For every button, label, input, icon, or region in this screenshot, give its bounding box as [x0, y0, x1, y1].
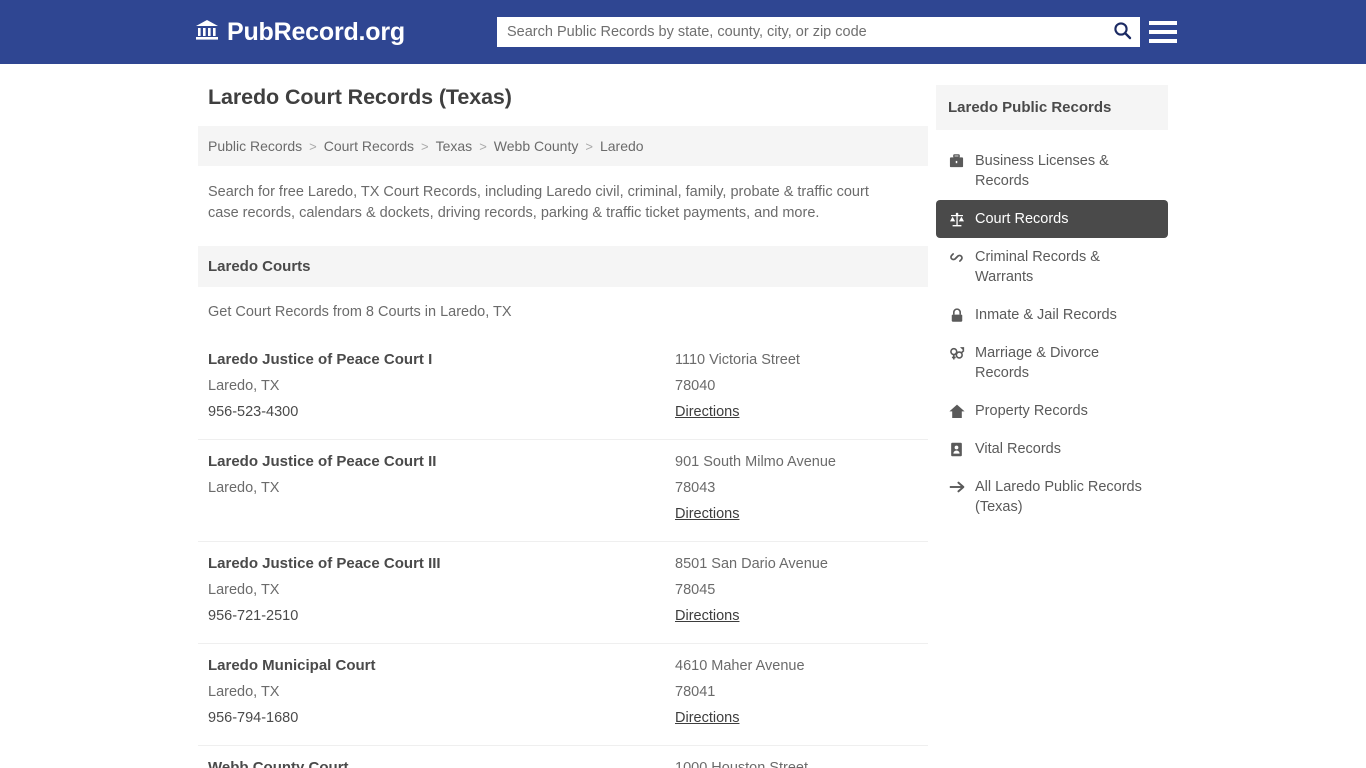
court-phone[interactable]: 956-794-1680	[208, 710, 298, 726]
court-street: 1110 Victoria Street	[675, 352, 800, 368]
directions-link[interactable]: Directions	[675, 501, 739, 527]
breadcrumb-item-court-records[interactable]: Court Records	[324, 138, 414, 154]
court-row: Laredo Justice of Peace Court III Laredo…	[198, 542, 928, 644]
sidebar-item-label: Business Licenses & Records	[975, 153, 1109, 189]
page-body: Laredo Court Records (Texas) Public Reco…	[0, 64, 1366, 768]
sidebar-item-property-records[interactable]: Property Records	[936, 392, 1168, 430]
breadcrumb-item-public-records[interactable]: Public Records	[208, 138, 302, 154]
court-info: Laredo Municipal Court Laredo, TX 956-79…	[208, 653, 675, 731]
bank-building-icon	[195, 19, 219, 46]
court-info: Webb County Court Laredo, TX 956-523-460…	[208, 755, 675, 768]
directions-link[interactable]: Directions	[675, 705, 739, 731]
page-intro-text: Search for free Laredo, TX Court Records…	[208, 184, 869, 221]
sidebar-item-label: Vital Records	[975, 441, 1061, 457]
court-phone[interactable]: 956-523-4300	[208, 404, 298, 420]
court-zip: 78043	[675, 480, 716, 496]
content-container: Laredo Court Records (Texas) Public Reco…	[198, 64, 1168, 768]
sidebar-item-business-licenses[interactable]: Business Licenses & Records	[936, 142, 1168, 200]
court-zip: 78040	[675, 378, 716, 394]
court-phone-empty	[208, 501, 675, 527]
site-header: PubRecord.org	[0, 0, 1366, 64]
id-card-icon	[948, 440, 965, 458]
sidebar-item-label: All Laredo Public Records (Texas)	[975, 479, 1142, 515]
court-address: 4610 Maher Avenue 78041 Directions	[675, 653, 918, 731]
breadcrumb-separator-icon: >	[421, 138, 429, 154]
arrow-right-icon	[948, 478, 965, 496]
sidebar-heading: Laredo Public Records	[936, 85, 1168, 130]
briefcase-icon	[948, 152, 965, 170]
sidebar-item-label: Criminal Records & Warrants	[975, 249, 1100, 285]
court-name: Laredo Municipal Court	[208, 657, 376, 674]
breadcrumb-separator-icon: >	[309, 138, 317, 154]
hamburger-menu-icon	[1149, 30, 1177, 34]
breadcrumb-item-laredo[interactable]: Laredo	[600, 138, 644, 154]
court-city-state: Laredo, TX	[208, 582, 280, 598]
court-name: Laredo Justice of Peace Court II	[208, 453, 437, 470]
sidebar-item-label: Property Records	[975, 403, 1088, 419]
site-logo[interactable]: PubRecord.org	[195, 18, 405, 47]
court-city-state: Laredo, TX	[208, 480, 280, 496]
search-bar	[497, 17, 1140, 47]
court-info: Laredo Justice of Peace Court II Laredo,…	[208, 449, 675, 527]
court-info: Laredo Justice of Peace Court I Laredo, …	[208, 347, 675, 425]
main-column: Laredo Court Records (Texas) Public Reco…	[198, 85, 928, 768]
page-title: Laredo Court Records (Texas)	[208, 85, 512, 109]
court-name: Laredo Justice of Peace Court I	[208, 351, 433, 368]
court-address: 901 South Milmo Avenue 78043 Directions	[675, 449, 918, 527]
court-row: Laredo Municipal Court Laredo, TX 956-79…	[198, 644, 928, 746]
directions-link[interactable]: Directions	[675, 603, 739, 629]
court-info: Laredo Justice of Peace Court III Laredo…	[208, 551, 675, 629]
court-zip: 78045	[675, 582, 716, 598]
court-street: 4610 Maher Avenue	[675, 658, 805, 674]
courts-section-subheading: Get Court Records from 8 Courts in Lared…	[208, 304, 512, 320]
court-address: 8501 San Dario Avenue 78045 Directions	[675, 551, 918, 629]
sidebar-item-vital-records[interactable]: Vital Records	[936, 430, 1168, 468]
court-city-state: Laredo, TX	[208, 684, 280, 700]
court-phone[interactable]: 956-721-2510	[208, 608, 298, 624]
search-icon	[1113, 21, 1132, 43]
court-city-state: Laredo, TX	[208, 378, 280, 394]
court-street: 901 South Milmo Avenue	[675, 454, 836, 470]
sidebar-item-marriage-divorce-records[interactable]: Marriage & Divorce Records	[936, 334, 1168, 392]
sidebar: Laredo Public Records Business Licenses …	[936, 85, 1168, 526]
search-button[interactable]	[1104, 18, 1140, 46]
search-input[interactable]	[497, 18, 1104, 46]
directions-link[interactable]: Directions	[675, 399, 739, 425]
court-row: Laredo Justice of Peace Court II Laredo,…	[198, 440, 928, 542]
home-icon	[948, 402, 965, 420]
breadcrumb-item-webb-county[interactable]: Webb County	[494, 138, 579, 154]
scales-of-justice-icon	[948, 210, 965, 228]
sidebar-item-court-records[interactable]: Court Records	[936, 200, 1168, 238]
courts-section-heading: Laredo Courts	[198, 246, 928, 287]
court-street: 1000 Houston Street	[675, 760, 809, 768]
court-name: Webb County Court	[208, 759, 349, 768]
sidebar-list: Business Licenses & Records Court Record…	[936, 130, 1168, 526]
breadcrumb-separator-icon: >	[585, 138, 593, 154]
breadcrumb-separator-icon: >	[479, 138, 487, 154]
sidebar-item-all-laredo-public-records[interactable]: All Laredo Public Records (Texas)	[936, 468, 1168, 526]
court-address: 1110 Victoria Street 78040 Directions	[675, 347, 918, 425]
lock-icon	[948, 306, 965, 324]
sidebar-item-label: Court Records	[975, 211, 1069, 227]
hamburger-menu-icon	[1149, 21, 1177, 25]
court-address: 1000 Houston Street 78040 Directions	[675, 755, 918, 768]
sidebar-item-label: Inmate & Jail Records	[975, 307, 1117, 323]
sidebar-item-label: Marriage & Divorce Records	[975, 345, 1100, 381]
hamburger-menu-button[interactable]	[1149, 19, 1177, 45]
handcuffs-icon	[948, 248, 965, 266]
breadcrumb: Public Records > Court Records > Texas >…	[198, 126, 928, 166]
court-zip: 78041	[675, 684, 716, 700]
site-logo-text: PubRecord.org	[227, 17, 405, 46]
sidebar-item-criminal-records[interactable]: Criminal Records & Warrants	[936, 238, 1168, 296]
breadcrumb-item-texas[interactable]: Texas	[436, 138, 473, 154]
venus-mars-icon	[948, 344, 965, 362]
courts-list: Laredo Justice of Peace Court I Laredo, …	[198, 338, 928, 768]
court-name: Laredo Justice of Peace Court III	[208, 555, 441, 572]
court-row: Laredo Justice of Peace Court I Laredo, …	[198, 338, 928, 440]
court-street: 8501 San Dario Avenue	[675, 556, 828, 572]
sidebar-item-inmate-jail-records[interactable]: Inmate & Jail Records	[936, 296, 1168, 334]
hamburger-menu-icon	[1149, 39, 1177, 43]
court-row: Webb County Court Laredo, TX 956-523-460…	[198, 746, 928, 768]
